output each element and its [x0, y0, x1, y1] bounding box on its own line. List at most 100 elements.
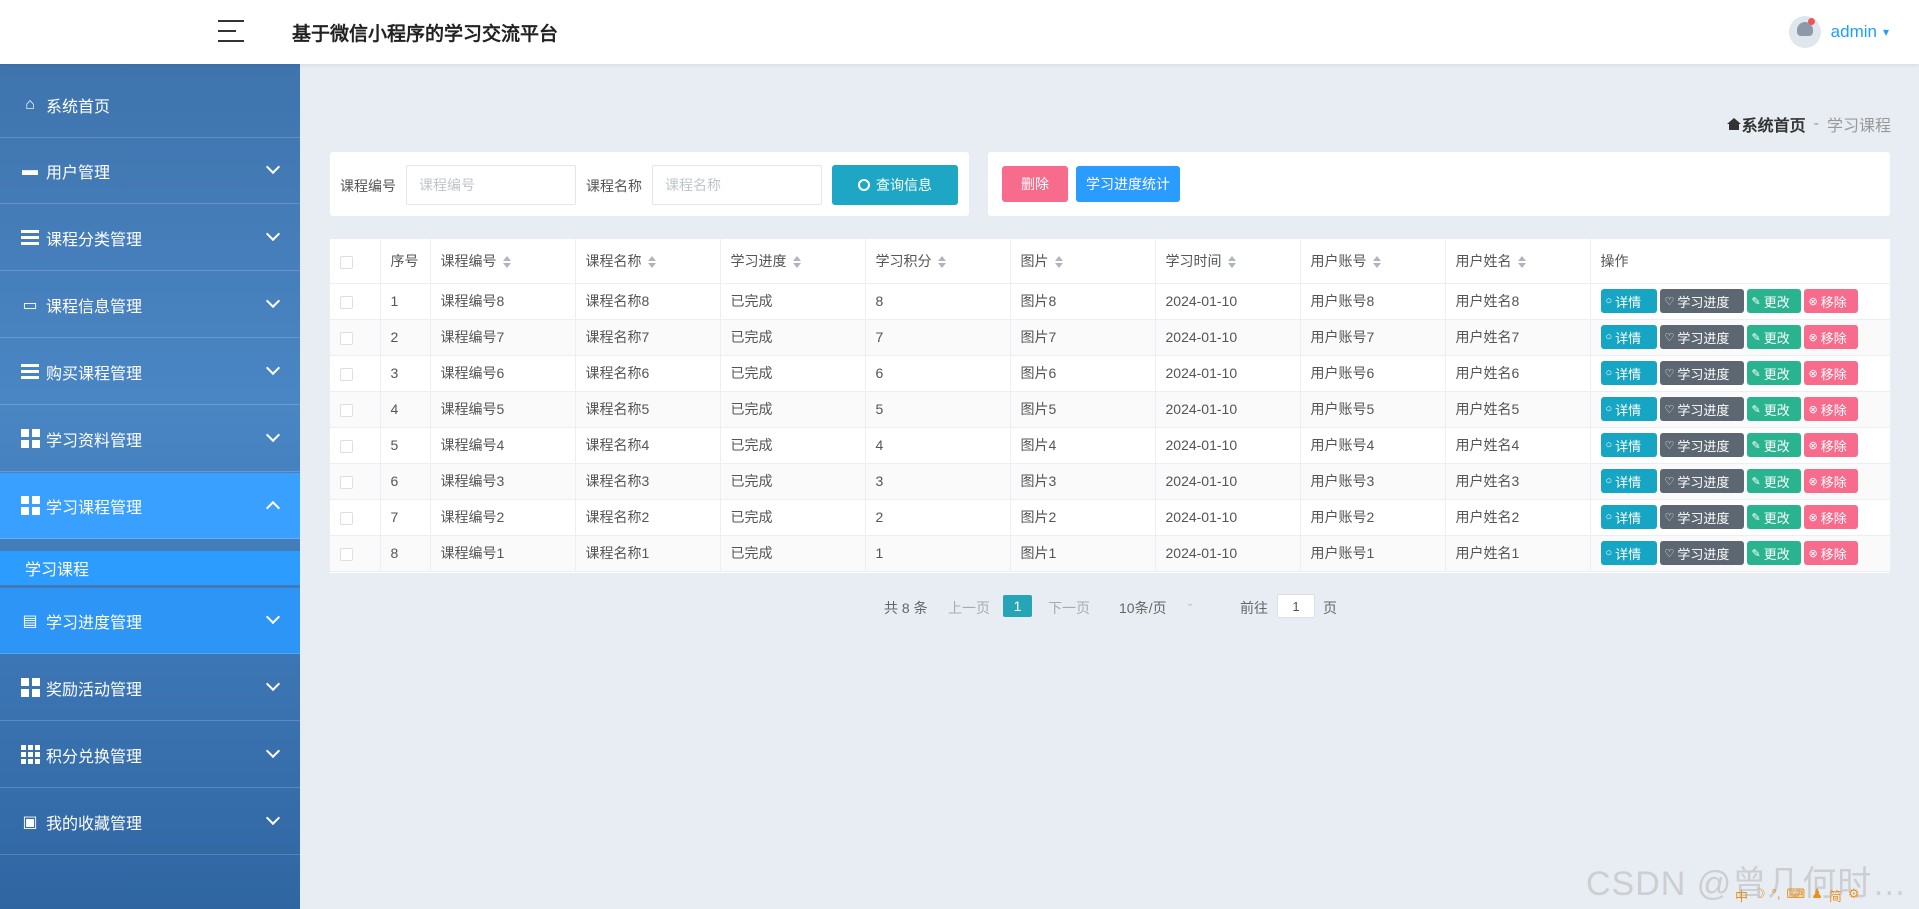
- row-checkbox[interactable]: [340, 475, 353, 489]
- sidebar-subitem-learning-course[interactable]: 学习课程: [0, 551, 300, 585]
- sidebar-item-course-info[interactable]: ▭ 课程信息管理: [0, 272, 300, 338]
- chevron-down-icon[interactable]: ⌄: [1186, 598, 1194, 609]
- sidebar-item-rewards[interactable]: 奖励活动管理: [0, 655, 300, 721]
- progress-button[interactable]: ♡ 学习进度: [1659, 469, 1744, 493]
- ime-glyph[interactable]: ♟: [1811, 886, 1823, 905]
- edit-button[interactable]: ✎ 更改: [1746, 541, 1801, 565]
- remove-button[interactable]: ⊗ 移除: [1803, 325, 1858, 349]
- progress-button[interactable]: ♡ 学习进度: [1659, 361, 1744, 385]
- edit-button[interactable]: ✎ 更改: [1746, 361, 1801, 385]
- sort-icon[interactable]: [937, 256, 946, 269]
- sort-icon[interactable]: [1372, 256, 1381, 269]
- row-checkbox-cell[interactable]: [330, 499, 381, 536]
- sidebar: ⌂ 系统首页 ▬ 用户管理 课程分类管理 ▭ 课程信息管理 购买课程管理 学习资…: [0, 64, 300, 909]
- row-checkbox[interactable]: [340, 331, 353, 345]
- progress-button[interactable]: ♡ 学习进度: [1659, 505, 1744, 529]
- sort-icon[interactable]: [1054, 256, 1063, 269]
- breadcrumb-home[interactable]: 系统首页: [1726, 112, 1806, 136]
- sort-icon[interactable]: [502, 256, 511, 269]
- col-header[interactable]: 用户账号: [1300, 239, 1446, 284]
- remove-button[interactable]: ⊗ 移除: [1803, 433, 1858, 457]
- sort-icon[interactable]: [1517, 256, 1526, 269]
- detail-button[interactable]: ○ 详情: [1600, 397, 1657, 421]
- row-checkbox[interactable]: [340, 511, 353, 525]
- detail-button[interactable]: ○ 详情: [1600, 469, 1657, 493]
- row-checkbox-cell[interactable]: [330, 355, 381, 392]
- progress-button[interactable]: ♡ 学习进度: [1659, 325, 1744, 349]
- sidebar-item-points-exchange[interactable]: 积分兑换管理: [0, 722, 300, 788]
- remove-button[interactable]: ⊗ 移除: [1803, 469, 1858, 493]
- page-size-select[interactable]: 10条/页: [1119, 598, 1166, 618]
- course-code-input[interactable]: [406, 165, 576, 205]
- page-number-current[interactable]: 1: [1003, 595, 1032, 617]
- col-header[interactable]: 用户姓名: [1445, 239, 1591, 284]
- remove-button[interactable]: ⊗ 移除: [1803, 505, 1858, 529]
- row-checkbox[interactable]: [340, 403, 353, 417]
- ime-glyph[interactable]: 简: [1829, 886, 1842, 905]
- detail-button[interactable]: ○ 详情: [1600, 289, 1657, 313]
- prev-page-button[interactable]: 上一页: [948, 598, 990, 618]
- col-header[interactable]: 学习时间: [1155, 239, 1301, 284]
- edit-button[interactable]: ✎ 更改: [1746, 505, 1801, 529]
- sort-icon[interactable]: [647, 256, 656, 269]
- table-cell-account: 用户账号3: [1300, 463, 1446, 500]
- detail-button[interactable]: ○ 详情: [1600, 541, 1657, 565]
- row-checkbox[interactable]: [340, 367, 353, 381]
- menu-toggle-icon[interactable]: [218, 20, 244, 42]
- sidebar-item-purchase[interactable]: 购买课程管理: [0, 339, 300, 405]
- progress-stats-button[interactable]: 学习进度统计: [1076, 166, 1180, 202]
- remove-button[interactable]: ⊗ 移除: [1803, 289, 1858, 313]
- row-checkbox-cell[interactable]: [330, 427, 381, 464]
- ime-glyph[interactable]: ☽: [1754, 886, 1766, 905]
- detail-button[interactable]: ○ 详情: [1600, 361, 1657, 385]
- progress-button[interactable]: ♡ 学习进度: [1659, 541, 1744, 565]
- sidebar-item-favorites[interactable]: ▣ 我的收藏管理: [0, 789, 300, 855]
- remove-button[interactable]: ⊗ 移除: [1803, 361, 1858, 385]
- row-checkbox[interactable]: [340, 547, 353, 561]
- sidebar-item-learning-courses[interactable]: 学习课程管理: [0, 473, 300, 539]
- search-button[interactable]: 查询信息: [832, 165, 958, 205]
- remove-button[interactable]: ⊗ 移除: [1803, 397, 1858, 421]
- sidebar-item-materials[interactable]: 学习资料管理: [0, 406, 300, 472]
- detail-button[interactable]: ○ 详情: [1600, 433, 1657, 457]
- col-header[interactable]: 课程编号: [430, 239, 576, 284]
- progress-button[interactable]: ♡ 学习进度: [1659, 289, 1744, 313]
- sidebar-item-users[interactable]: ▬ 用户管理: [0, 138, 300, 204]
- edit-button[interactable]: ✎ 更改: [1746, 433, 1801, 457]
- progress-button[interactable]: ♡ 学习进度: [1659, 433, 1744, 457]
- ime-glyph[interactable]: °,: [1772, 886, 1781, 905]
- row-checkbox[interactable]: [340, 295, 353, 309]
- edit-button[interactable]: ✎ 更改: [1746, 289, 1801, 313]
- delete-button[interactable]: 删除: [1002, 166, 1068, 202]
- edit-button[interactable]: ✎ 更改: [1746, 469, 1801, 493]
- sort-icon[interactable]: [792, 256, 801, 269]
- sidebar-item-course-category[interactable]: 课程分类管理: [0, 205, 300, 271]
- col-header[interactable]: 课程名称: [575, 239, 721, 284]
- edit-button[interactable]: ✎ 更改: [1746, 325, 1801, 349]
- col-header[interactable]: 学习积分: [865, 239, 1011, 284]
- progress-button[interactable]: ♡ 学习进度: [1659, 397, 1744, 421]
- detail-button[interactable]: ○ 详情: [1600, 505, 1657, 529]
- row-checkbox-cell[interactable]: [330, 391, 381, 428]
- row-checkbox-cell[interactable]: [330, 463, 381, 500]
- row-checkbox-cell[interactable]: [330, 535, 381, 572]
- row-checkbox-cell[interactable]: [330, 319, 381, 356]
- user-menu[interactable]: admin ▾: [1788, 14, 1889, 50]
- next-page-button[interactable]: 下一页: [1048, 598, 1090, 618]
- goto-page-input[interactable]: [1277, 594, 1315, 618]
- sidebar-item-home[interactable]: ⌂ 系统首页: [0, 72, 300, 138]
- row-checkbox-cell[interactable]: [330, 283, 381, 320]
- ime-glyph[interactable]: 中: [1735, 886, 1748, 905]
- col-header[interactable]: 学习进度: [720, 239, 866, 284]
- col-header[interactable]: 图片: [1010, 239, 1156, 284]
- edit-button[interactable]: ✎ 更改: [1746, 397, 1801, 421]
- ime-glyph[interactable]: ⌨: [1786, 886, 1805, 905]
- select-all-checkbox[interactable]: [330, 239, 381, 284]
- checkbox[interactable]: [340, 255, 353, 269]
- detail-button[interactable]: ○ 详情: [1600, 325, 1657, 349]
- remove-button[interactable]: ⊗ 移除: [1803, 541, 1858, 565]
- sort-icon[interactable]: [1227, 256, 1236, 269]
- row-checkbox[interactable]: [340, 439, 353, 453]
- ime-glyph[interactable]: ⚙: [1848, 886, 1860, 905]
- course-name-input[interactable]: [652, 165, 822, 205]
